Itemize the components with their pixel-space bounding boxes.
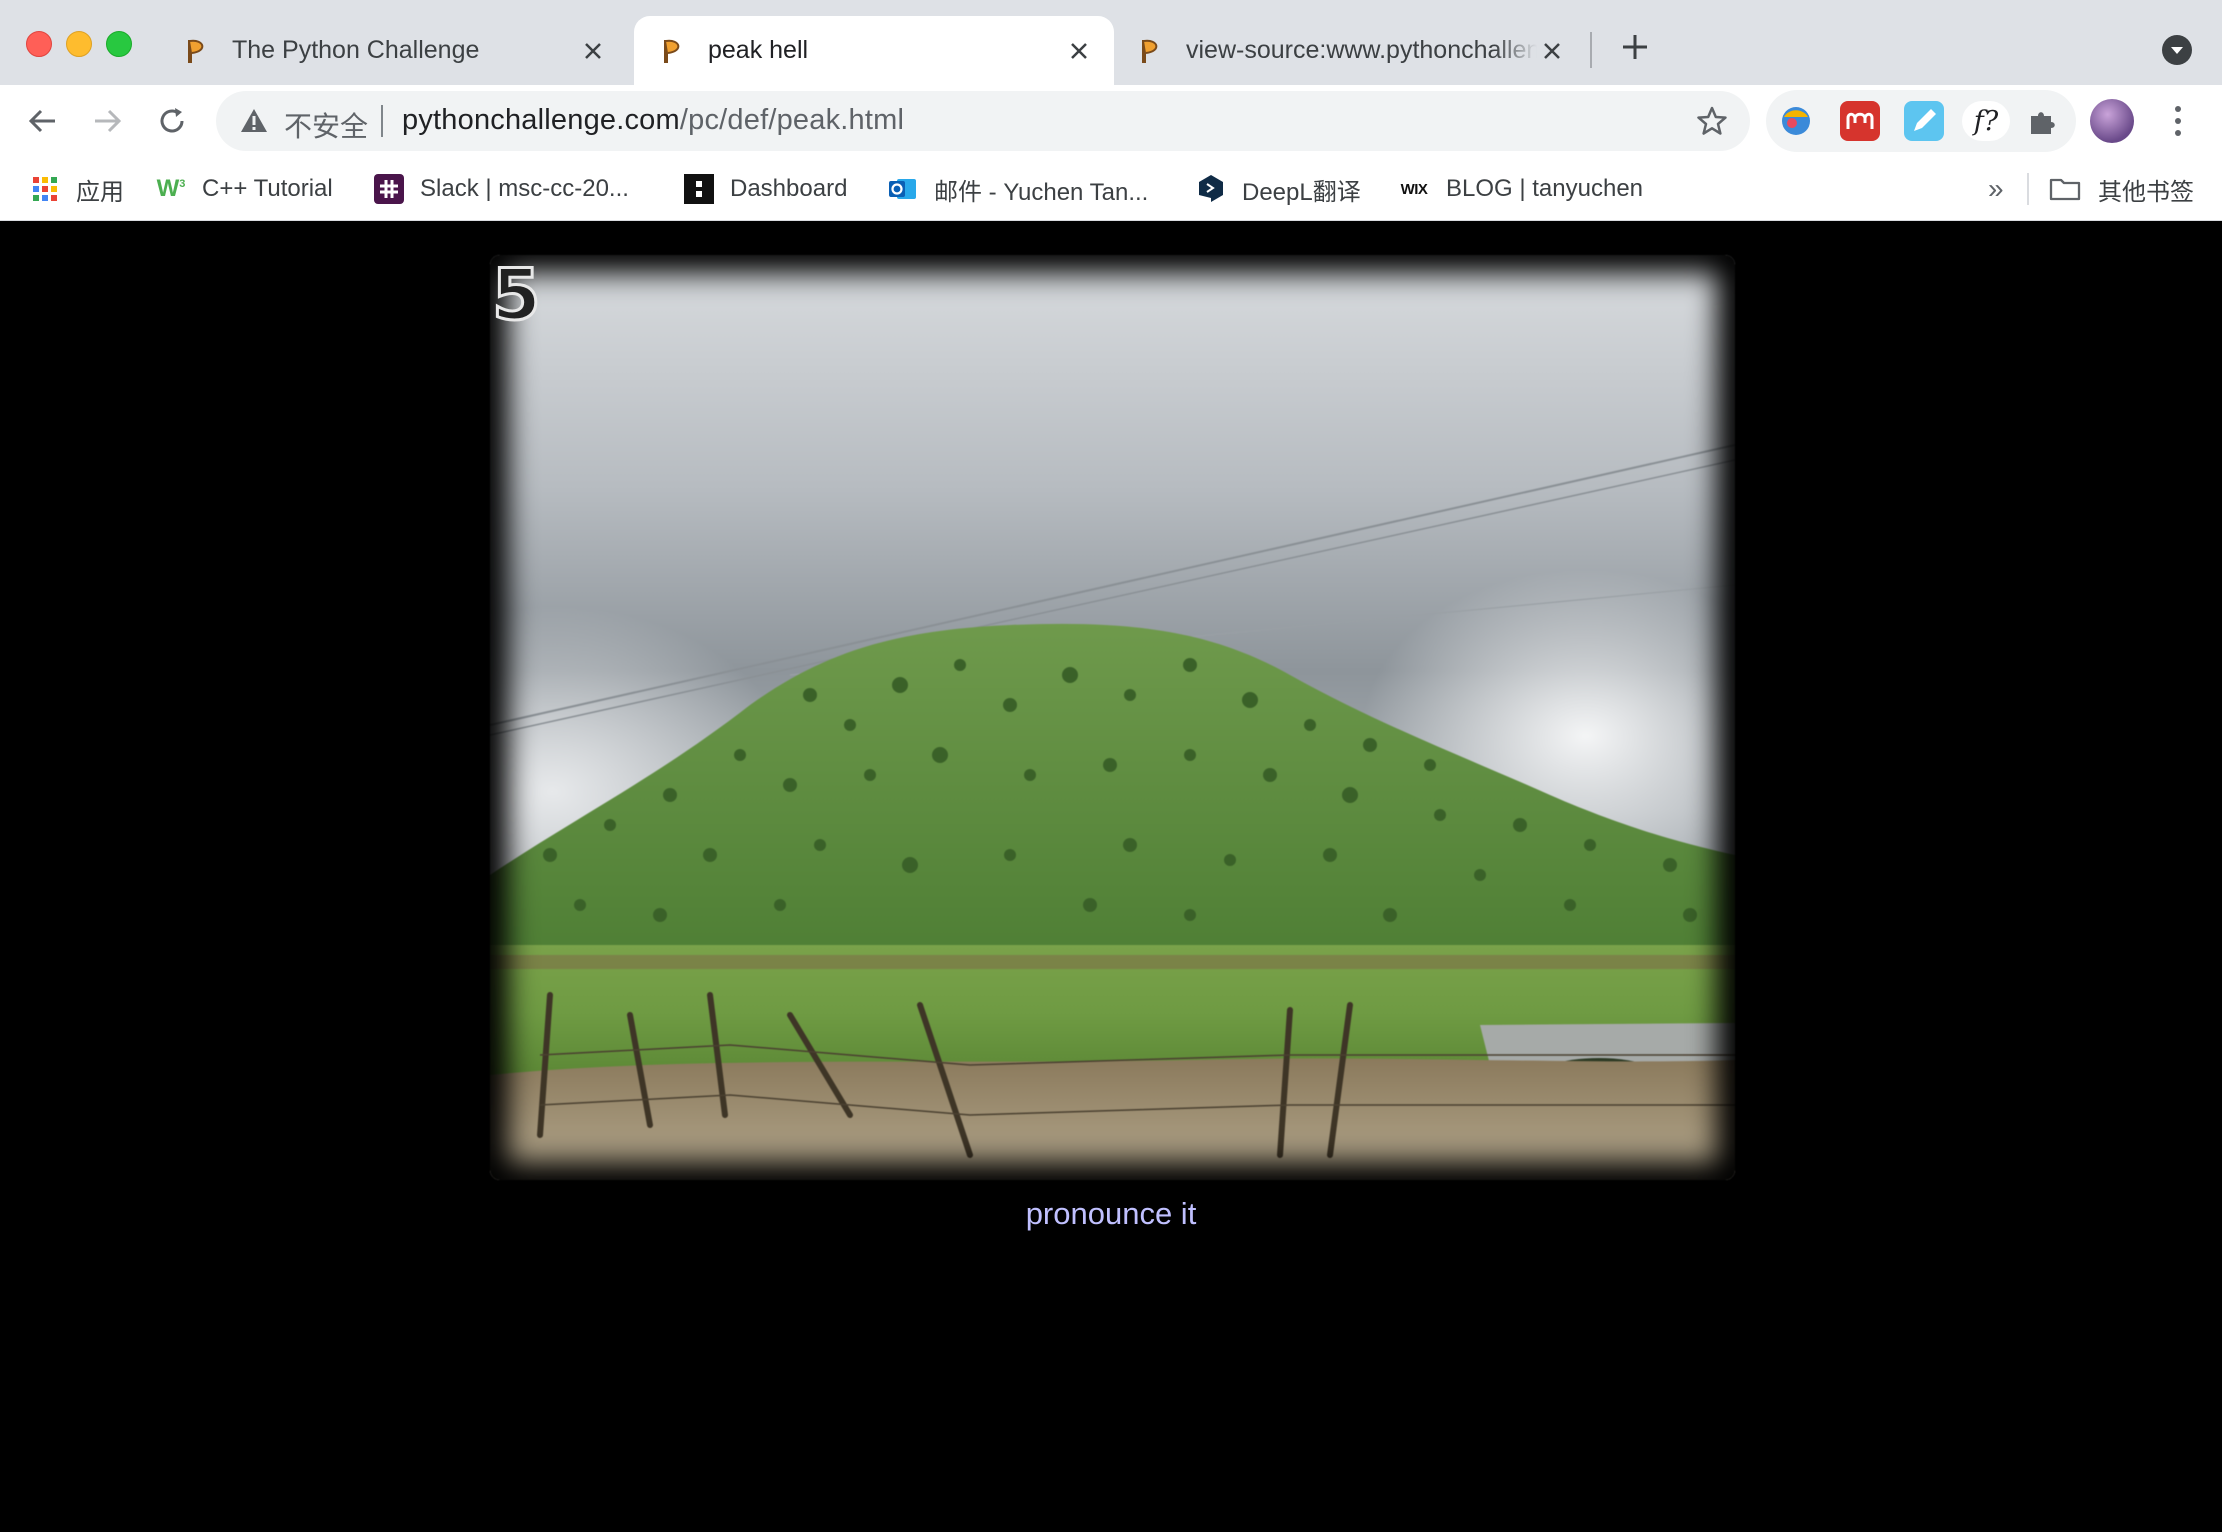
forward-button[interactable] [86, 100, 128, 142]
address-bar[interactable]: 不安全 pythonchallenge.com/pc/def/peak.html [216, 91, 1750, 151]
omnibox-divider [381, 105, 383, 137]
bookmark-label: BLOG | tanyuchen [1446, 175, 1644, 202]
pen-extension-icon[interactable] [1904, 101, 1944, 141]
arrow-right-icon [95, 109, 122, 133]
bookmark-dashboard[interactable]: Dashboard [684, 169, 847, 209]
tab-separator [1590, 32, 1592, 68]
browser-toolbar: 不安全 pythonchallenge.com/pc/def/peak.html… [0, 85, 2222, 157]
level-number: 5 [491, 253, 543, 338]
more-menu-icon[interactable] [2166, 103, 2190, 139]
maximize-window-button[interactable] [106, 31, 132, 57]
url-path: /pc/def/peak.html [679, 104, 905, 136]
folder-icon [2048, 174, 2082, 204]
tab-the-python-challenge[interactable]: The Python Challenge [158, 16, 628, 85]
new-tab-plus-icon[interactable] [1617, 29, 1653, 65]
apps-grid-icon [30, 174, 60, 204]
puzzle-icon[interactable] [2022, 101, 2062, 141]
url-host: pythonchallenge.com [402, 104, 680, 136]
close-window-button[interactable] [26, 31, 52, 57]
tab-title: peak hell [708, 36, 809, 64]
reload-button[interactable] [151, 100, 193, 142]
tab-peak-hell[interactable]: peak hell [634, 16, 1114, 85]
minimize-window-button[interactable] [66, 31, 92, 57]
bookmark-label: C++ Tutorial [202, 175, 333, 202]
colorful-extension-icon[interactable] [1776, 101, 1816, 141]
python-challenge-favicon-icon [1142, 39, 1158, 63]
bookmark-label: DeepL翻译 [1242, 178, 1361, 206]
arrow-left-icon [28, 109, 55, 133]
wix-icon: WIX [1400, 180, 1428, 198]
bookmark-apps[interactable]: 应用 [30, 169, 124, 209]
bookmark-slack[interactable]: Slack | msc-cc-20... [374, 169, 629, 209]
bookmark-star-icon[interactable] [1696, 105, 1728, 137]
bookmarks-overflow-button[interactable]: » [1988, 169, 2004, 209]
bookmark-label: Dashboard [730, 175, 848, 202]
bookmarks-bar: 应用 W3 C++ Tutorial Slack | msc-cc-20... … [0, 157, 2222, 221]
tab-search-icon[interactable] [2162, 35, 2192, 65]
reload-icon [160, 108, 184, 133]
tab-title: The Python Challenge [232, 36, 480, 64]
mendeley-icon[interactable] [1840, 101, 1880, 141]
close-tab-icon[interactable] [1064, 36, 1094, 66]
bookmark-deepl[interactable]: DeepL翻译 [1196, 169, 1361, 209]
profile-avatar[interactable] [2090, 99, 2134, 143]
bookmark-blog[interactable]: WIX BLOG | tanyuchen [1398, 169, 1643, 209]
page-caption: pronounce it [1025, 1196, 1197, 1231]
photo-vignette [490, 255, 1735, 1180]
tab-title: view-source:www.pythonchallenge.com/pc/d… [1186, 36, 1537, 64]
tab-view-source[interactable]: view-source:www.pythonchallenge.com/pc/d… [1112, 16, 1587, 85]
peak-hill-image [490, 255, 1735, 1180]
bookmark-label: Slack | msc-cc-20... [420, 175, 629, 202]
w3schools-icon: W3 [156, 175, 186, 202]
bookmarks-separator [2027, 173, 2029, 205]
deepl-icon [1196, 174, 1226, 204]
warning-triangle-icon[interactable] [240, 107, 268, 135]
bookmark-cpp-tutorial[interactable]: W3 C++ Tutorial [156, 169, 333, 209]
close-tab-icon[interactable] [578, 36, 608, 66]
dashboard-icon [684, 174, 714, 204]
bookmark-outlook-mail[interactable]: 邮件 - Yuchen Tan... [888, 169, 1148, 209]
bookmark-label: 应用 [76, 178, 124, 206]
not-secure-label[interactable]: 不安全 [284, 105, 368, 145]
extensions-area: f? [1766, 90, 2076, 152]
bookmark-label: 邮件 - Yuchen Tan... [934, 178, 1149, 206]
back-button[interactable] [22, 100, 64, 142]
outlook-icon [888, 174, 918, 204]
formula-extension-icon[interactable]: f? [1962, 101, 2010, 141]
python-challenge-favicon-icon [188, 39, 204, 63]
python-challenge-favicon-icon [664, 39, 680, 63]
other-bookmarks-folder[interactable]: 其他书签 [2048, 169, 2194, 209]
tab-strip: The Python Challenge peak hell view-sour… [0, 0, 2222, 85]
page-content: 5 pronounce it [0, 221, 2222, 1532]
bookmark-label: 其他书签 [2098, 178, 2194, 206]
url-text[interactable]: pythonchallenge.com/pc/def/peak.html [402, 104, 904, 137]
close-tab-icon[interactable] [1537, 36, 1567, 66]
slack-icon [374, 174, 404, 204]
